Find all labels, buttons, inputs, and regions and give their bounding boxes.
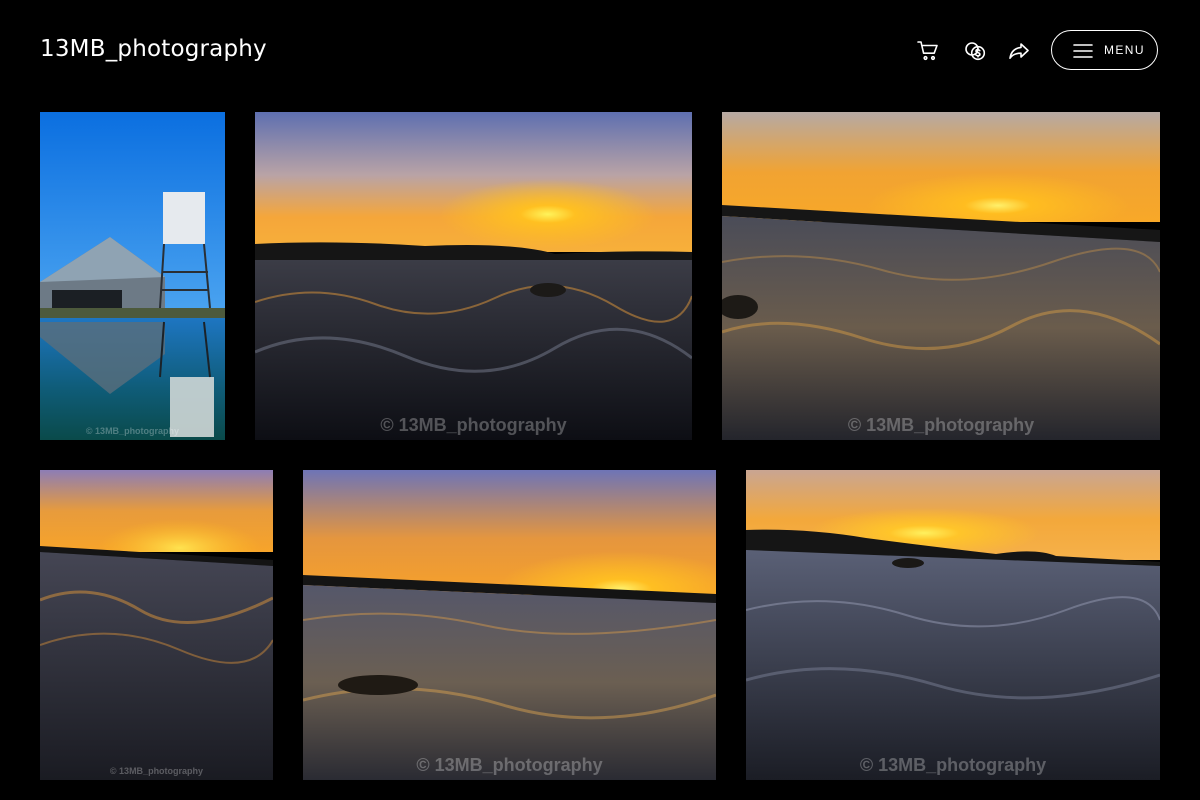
menu-button[interactable]: MENU bbox=[1051, 30, 1158, 70]
hamburger-icon bbox=[1073, 44, 1093, 58]
photo-watermark: © 13MB_photography bbox=[859, 755, 1047, 775]
photo-watermark: © 13MB_photography bbox=[380, 415, 567, 435]
photo-sunset-waves-1[interactable]: © 13MB_photography bbox=[255, 112, 692, 440]
photo-sunset-sand-1[interactable]: © 13MB_photography bbox=[722, 112, 1160, 440]
photo-barn-water-tower[interactable]: © 13MB_photography bbox=[40, 112, 225, 440]
cart-icon[interactable] bbox=[915, 38, 941, 64]
currency-icon[interactable] bbox=[962, 38, 988, 64]
photo-watermark: © 13MB_photography bbox=[109, 766, 204, 776]
photo-sunset-sand-2[interactable]: © 13MB_photography bbox=[303, 470, 716, 780]
photo-watermark: © 13MB_photography bbox=[847, 415, 1035, 435]
photo-sunset-waves-3[interactable]: © 13MB_photography bbox=[746, 470, 1160, 780]
share-icon[interactable] bbox=[1006, 38, 1032, 64]
photo-sunset-waves-2[interactable]: © 13MB_photography bbox=[40, 470, 273, 780]
site-title[interactable]: 13MB_photography bbox=[40, 36, 267, 62]
photo-watermark: © 13MB_photography bbox=[85, 426, 180, 436]
menu-label: MENU bbox=[1104, 43, 1145, 57]
site-header: 13MB_photography MENU bbox=[0, 0, 1200, 100]
photo-watermark: © 13MB_photography bbox=[416, 755, 603, 775]
